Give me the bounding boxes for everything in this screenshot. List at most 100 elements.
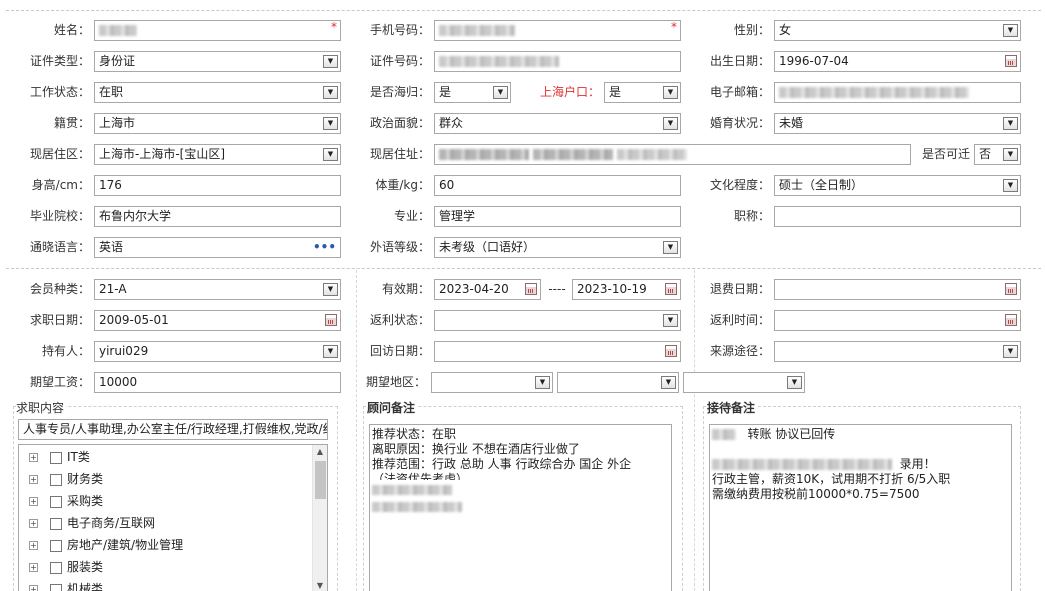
height-field[interactable]: 176 xyxy=(94,175,341,196)
name-value-redacted xyxy=(99,21,137,40)
member-type-select[interactable]: 21-A ▼ xyxy=(94,279,341,300)
expand-icon[interactable]: + xyxy=(29,497,38,506)
source-select[interactable]: ▼ xyxy=(774,341,1021,362)
refund-date-field[interactable] xyxy=(774,279,1021,300)
region-city-select[interactable]: ▼ xyxy=(557,372,679,393)
foreign-level-select[interactable]: 未考级（口语好） ▼ xyxy=(434,237,681,258)
tree-item-it[interactable]: + IT类 xyxy=(29,448,90,466)
rebate-time-field[interactable] xyxy=(774,310,1021,331)
tree-item-purchasing[interactable]: + 采购类 xyxy=(29,492,103,510)
region-province-select[interactable]: ▼ xyxy=(431,372,553,393)
work-status-select[interactable]: 在职 ▼ xyxy=(94,82,341,103)
valid-to-field[interactable]: 2023-10-19 xyxy=(572,279,681,300)
scroll-up-icon[interactable]: ▲ xyxy=(313,445,327,459)
checkbox[interactable] xyxy=(50,517,62,530)
id-number-field[interactable] xyxy=(434,51,681,72)
native-place-select[interactable]: 上海市 ▼ xyxy=(94,113,341,134)
calendar-icon[interactable] xyxy=(1005,55,1017,67)
dropdown-arrow-icon[interactable]: ▼ xyxy=(493,86,508,99)
tree-item-real-estate[interactable]: + 房地产/建筑/物业管理 xyxy=(29,536,183,554)
birth-date-field[interactable]: 1996-07-04 xyxy=(774,51,1021,72)
expand-icon[interactable]: + xyxy=(29,519,38,528)
dropdown-arrow-icon[interactable]: ▼ xyxy=(323,345,338,358)
id-type-select[interactable]: 身份证 ▼ xyxy=(94,51,341,72)
weight-field[interactable]: 60 xyxy=(434,175,681,196)
education-select[interactable]: 硕士（全日制） ▼ xyxy=(774,175,1021,196)
dropdown-arrow-icon[interactable]: ▼ xyxy=(1003,179,1018,192)
expand-icon[interactable]: + xyxy=(29,453,38,462)
shanghai-hukou-select[interactable]: 是 ▼ xyxy=(604,82,681,103)
mobile-field[interactable]: * xyxy=(434,20,681,41)
consultant-note-textarea[interactable]: 推荐状态：在职 离职原因：换行业 不想在酒店行业做了 推荐范围：行政 总助 人事… xyxy=(369,424,672,591)
tree-item-apparel[interactable]: + 服装类 xyxy=(29,558,103,576)
expand-icon[interactable]: + xyxy=(29,541,38,550)
current-area-value: 上海市-上海市-[宝山区] xyxy=(99,147,226,161)
expand-icon[interactable]: + xyxy=(29,475,38,484)
tree-item-ecommerce[interactable]: + 电子商务/互联网 xyxy=(29,514,155,532)
calendar-icon[interactable] xyxy=(665,283,677,295)
checkbox[interactable] xyxy=(50,583,62,591)
calendar-icon[interactable] xyxy=(1005,314,1017,326)
tree-scrollbar[interactable]: ▲ ▼ xyxy=(312,445,327,591)
checkbox[interactable] xyxy=(50,539,62,552)
marital-select[interactable]: 未婚 ▼ xyxy=(774,113,1021,134)
job-category-tree[interactable]: + IT类 + 财务类 + 采购类 + 电子商务/互联网 + 房地产/建筑/物业管理 + 服… xyxy=(18,444,328,591)
holder-select[interactable]: yirui029 ▼ xyxy=(94,341,341,362)
calendar-icon[interactable] xyxy=(325,314,337,326)
gender-select[interactable]: 女 ▼ xyxy=(774,20,1021,41)
email-field[interactable] xyxy=(774,82,1021,103)
checkbox[interactable] xyxy=(50,495,62,508)
calendar-icon[interactable] xyxy=(1005,283,1017,295)
dropdown-arrow-icon[interactable]: ▼ xyxy=(323,86,338,99)
current-address-field[interactable] xyxy=(434,144,911,165)
visit-date-field[interactable] xyxy=(434,341,681,362)
dropdown-arrow-icon[interactable]: ▼ xyxy=(1003,345,1018,358)
dropdown-arrow-icon[interactable]: ▼ xyxy=(323,55,338,68)
dropdown-arrow-icon[interactable]: ▼ xyxy=(1003,24,1018,37)
dropdown-arrow-icon[interactable]: ▼ xyxy=(323,283,338,296)
dropdown-arrow-icon[interactable]: ▼ xyxy=(663,117,678,130)
job-seek-date-field[interactable]: 2009-05-01 xyxy=(94,310,341,331)
languages-field[interactable]: 英语 ••• xyxy=(94,237,341,258)
dropdown-arrow-icon[interactable]: ▼ xyxy=(1003,117,1018,130)
scroll-thumb[interactable] xyxy=(315,461,326,499)
dropdown-arrow-icon[interactable]: ▼ xyxy=(323,148,338,161)
shanghai-hukou-label: 上海户口： xyxy=(539,85,600,99)
valid-from-field[interactable]: 2023-04-20 xyxy=(434,279,541,300)
dropdown-arrow-icon[interactable]: ▼ xyxy=(663,314,678,327)
checkbox[interactable] xyxy=(50,451,62,464)
reception-note-textarea[interactable]: 转账 协议已回传 录用！ 行政主管，薪资10K，试用期不打折 6/5入职 需缴纳… xyxy=(709,424,1012,591)
dropdown-arrow-icon[interactable]: ▼ xyxy=(323,117,338,130)
tree-item-finance[interactable]: + 财务类 xyxy=(29,470,103,488)
dropdown-arrow-icon[interactable]: ▼ xyxy=(787,376,802,389)
title-field[interactable] xyxy=(774,206,1021,227)
salary-field[interactable]: 10000 xyxy=(94,372,341,393)
rebate-status-select[interactable]: ▼ xyxy=(434,310,681,331)
major-field[interactable]: 管理学 xyxy=(434,206,681,227)
relocate-select[interactable]: 否 ▼ xyxy=(974,144,1021,165)
checkbox[interactable] xyxy=(50,473,62,486)
column-divider xyxy=(694,270,695,591)
school-field[interactable]: 布鲁内尔大学 xyxy=(94,206,341,227)
job-content-selected[interactable]: 人事专员/人事助理,办公室主任/行政经理,打假维权,党政/纪 xyxy=(18,419,328,440)
calendar-icon[interactable] xyxy=(525,283,537,295)
current-area-select[interactable]: 上海市-上海市-[宝山区] ▼ xyxy=(94,144,341,165)
calendar-icon[interactable] xyxy=(665,345,677,357)
dropdown-arrow-icon[interactable]: ▼ xyxy=(1003,148,1018,161)
expand-icon[interactable]: + xyxy=(29,585,38,591)
checkbox[interactable] xyxy=(50,561,62,574)
dropdown-arrow-icon[interactable]: ▼ xyxy=(535,376,550,389)
dropdown-arrow-icon[interactable]: ▼ xyxy=(661,376,676,389)
tree-item-machinery[interactable]: + 机械类 xyxy=(29,580,103,591)
valid-period-label: 有效期： xyxy=(381,282,430,296)
returnee-select[interactable]: 是 ▼ xyxy=(434,82,511,103)
more-icon[interactable]: ••• xyxy=(313,238,336,257)
name-field[interactable]: * xyxy=(94,20,341,41)
reception-note-line: 转账 协议已回传 xyxy=(712,427,1009,442)
dropdown-arrow-icon[interactable]: ▼ xyxy=(663,86,678,99)
scroll-down-icon[interactable]: ▼ xyxy=(313,579,327,591)
region-district-select[interactable]: ▼ xyxy=(683,372,805,393)
political-select[interactable]: 群众 ▼ xyxy=(434,113,681,134)
expand-icon[interactable]: + xyxy=(29,563,38,572)
dropdown-arrow-icon[interactable]: ▼ xyxy=(663,241,678,254)
